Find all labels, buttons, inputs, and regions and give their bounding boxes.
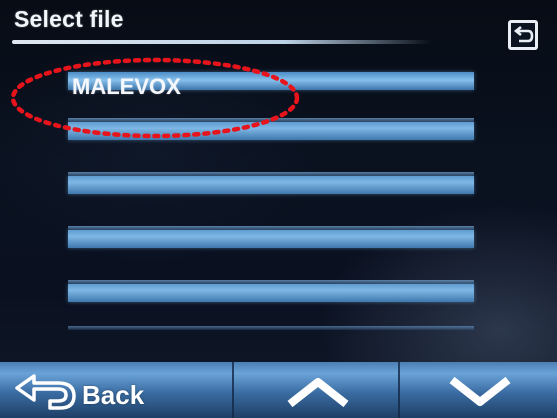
scroll-up-button[interactable] <box>232 362 400 418</box>
row-bar-top <box>68 326 474 330</box>
chevron-down-icon <box>449 376 511 406</box>
scroll-down-button[interactable] <box>398 362 557 418</box>
back-arrow-icon <box>15 374 76 410</box>
screen: Select file MALEVOX Back <box>0 0 557 418</box>
file-list-item[interactable] <box>68 118 474 140</box>
chevron-up-icon <box>287 378 349 408</box>
back-button-label: Back <box>82 380 145 410</box>
back-button[interactable]: Back <box>0 362 232 418</box>
file-list-item[interactable] <box>68 226 474 248</box>
row-bar <box>68 230 474 248</box>
row-bar <box>68 176 474 194</box>
return-button[interactable] <box>508 20 538 50</box>
page-title: Select file <box>14 6 124 32</box>
title-underline <box>12 40 432 44</box>
return-arrow-icon <box>513 25 534 43</box>
row-bar <box>68 284 474 302</box>
file-list-item[interactable] <box>68 172 474 194</box>
file-name: MALEVOX <box>72 74 181 99</box>
file-list-item[interactable]: MALEVOX <box>68 72 474 99</box>
file-list-item[interactable] <box>68 280 474 302</box>
row-bar <box>68 122 474 140</box>
